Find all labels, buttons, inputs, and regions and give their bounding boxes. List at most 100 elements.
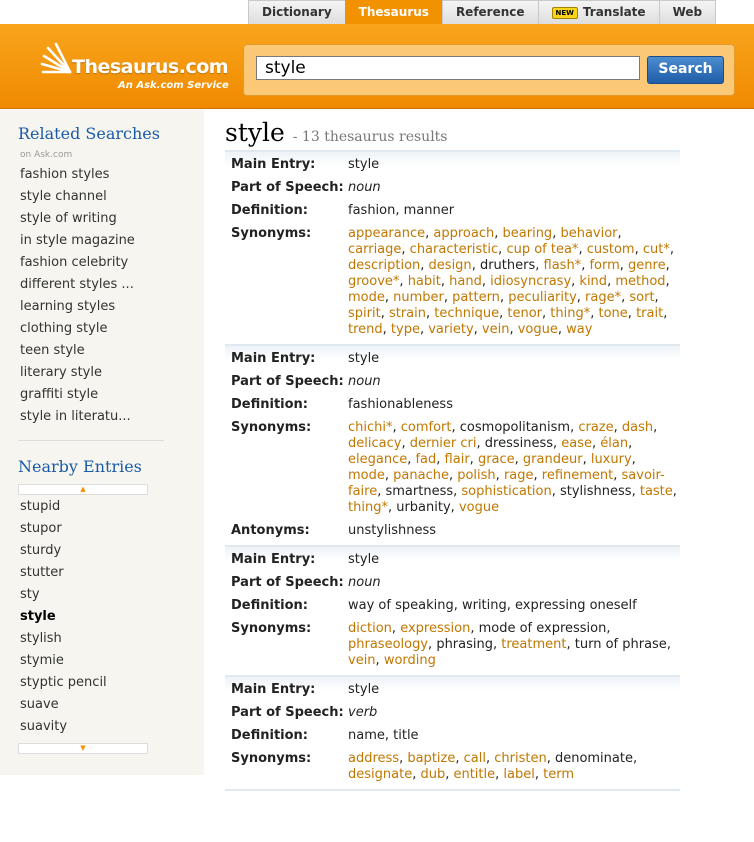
synonym-link[interactable]: hand bbox=[449, 274, 482, 289]
synonym-link[interactable]: peculiarity bbox=[508, 290, 577, 305]
synonym-link[interactable]: groove* bbox=[348, 274, 399, 289]
synonym-link[interactable]: pattern bbox=[452, 290, 500, 305]
synonym-link[interactable]: rage* bbox=[585, 290, 621, 305]
synonym-link[interactable]: thing* bbox=[550, 306, 590, 321]
synonym-link[interactable]: craze bbox=[578, 420, 613, 435]
synonym-link[interactable]: entitle bbox=[453, 767, 495, 782]
synonym-link[interactable]: diction bbox=[348, 621, 392, 636]
nearby-entry-link[interactable]: sty bbox=[20, 584, 107, 606]
synonym-link[interactable]: mode bbox=[348, 468, 385, 483]
synonym-link[interactable]: elegance bbox=[348, 452, 407, 467]
synonym-link[interactable]: taste bbox=[640, 484, 673, 499]
nearby-entry-link[interactable]: sturdy bbox=[20, 540, 107, 562]
nearby-entry-link[interactable]: stymie bbox=[20, 650, 107, 672]
synonym-link[interactable]: panache bbox=[393, 468, 449, 483]
synonym-link[interactable]: dub bbox=[420, 767, 445, 782]
synonym-link[interactable]: number bbox=[393, 290, 444, 305]
nearby-entry-link[interactable]: suavity bbox=[20, 716, 107, 738]
synonym-link[interactable]: method bbox=[615, 274, 665, 289]
scroll-up-arrow-icon[interactable]: ▲ bbox=[18, 484, 148, 495]
synonym-link[interactable]: flair bbox=[445, 452, 470, 467]
nearby-entry-link[interactable]: stylish bbox=[20, 628, 107, 650]
synonym-link[interactable]: ease bbox=[561, 436, 592, 451]
synonym-link[interactable]: technique bbox=[434, 306, 499, 321]
synonym-link[interactable]: form bbox=[589, 258, 619, 273]
synonym-link[interactable]: dernier cri bbox=[410, 436, 477, 451]
synonym-link[interactable]: sophistication bbox=[461, 484, 551, 499]
synonym-link[interactable]: sort bbox=[629, 290, 654, 305]
synonym-link[interactable]: call bbox=[464, 751, 486, 766]
nearby-entry-link[interactable]: styptic pencil bbox=[20, 672, 107, 694]
synonym-link[interactable]: approach bbox=[433, 226, 494, 241]
synonym-link[interactable]: strain bbox=[389, 306, 426, 321]
synonym-link[interactable]: grandeur bbox=[523, 452, 583, 467]
synonym-link[interactable]: address bbox=[348, 751, 399, 766]
nearby-entry-link[interactable]: stutter bbox=[20, 562, 107, 584]
synonym-link[interactable]: idiosyncrasy bbox=[490, 274, 571, 289]
tab-translate[interactable]: NEW Translate bbox=[537, 0, 660, 24]
synonym-link[interactable]: description bbox=[348, 258, 420, 273]
synonym-link[interactable]: tone bbox=[599, 306, 628, 321]
related-search-link[interactable]: style of writing bbox=[20, 208, 135, 230]
related-search-link[interactable]: style in literatu... bbox=[20, 406, 135, 428]
synonym-link[interactable]: refinement bbox=[542, 468, 613, 483]
nearby-entry-link[interactable]: suave bbox=[20, 694, 107, 716]
related-search-link[interactable]: clothing style bbox=[20, 318, 135, 340]
related-search-link[interactable]: learning styles bbox=[20, 296, 135, 318]
related-search-link[interactable]: fashion styles bbox=[20, 164, 135, 186]
synonym-link[interactable]: type bbox=[391, 322, 420, 337]
related-search-link[interactable]: in style magazine bbox=[20, 230, 135, 252]
synonym-link[interactable]: comfort bbox=[401, 420, 452, 435]
synonym-link[interactable]: vogue bbox=[518, 322, 558, 337]
synonym-link[interactable]: polish bbox=[457, 468, 495, 483]
synonym-link[interactable]: way bbox=[566, 322, 592, 337]
synonym-link[interactable]: carriage bbox=[348, 242, 401, 257]
synonym-link[interactable]: kind bbox=[579, 274, 607, 289]
scroll-down-arrow-icon[interactable]: ▼ bbox=[18, 743, 148, 754]
related-search-link[interactable]: literary style bbox=[20, 362, 135, 384]
tab-reference[interactable]: Reference bbox=[441, 0, 539, 24]
tab-thesaurus[interactable]: Thesaurus bbox=[344, 0, 443, 24]
synonym-link[interactable]: mode bbox=[348, 290, 385, 305]
synonym-link[interactable]: treatment bbox=[501, 637, 566, 652]
synonym-link[interactable]: luxury bbox=[591, 452, 632, 467]
search-input[interactable] bbox=[256, 56, 640, 80]
synonym-link[interactable]: baptize bbox=[407, 751, 455, 766]
synonym-link[interactable]: delicacy bbox=[348, 436, 401, 451]
synonym-link[interactable]: design bbox=[429, 258, 472, 273]
related-search-link[interactable]: fashion celebrity bbox=[20, 252, 135, 274]
synonym-link[interactable]: characteristic bbox=[410, 242, 499, 257]
synonym-link[interactable]: grace bbox=[478, 452, 515, 467]
nearby-entry-current[interactable]: style bbox=[20, 606, 107, 628]
synonym-link[interactable]: fad bbox=[415, 452, 436, 467]
synonym-link[interactable]: cup of tea* bbox=[506, 242, 578, 257]
search-button[interactable]: Search bbox=[647, 56, 724, 84]
synonym-link[interactable]: designate bbox=[348, 767, 412, 782]
related-search-link[interactable]: different styles ... bbox=[20, 274, 135, 296]
synonym-link[interactable]: variety bbox=[428, 322, 473, 337]
synonym-link[interactable]: trait bbox=[636, 306, 663, 321]
synonym-link[interactable]: expression bbox=[400, 621, 470, 636]
synonym-link[interactable]: term bbox=[543, 767, 574, 782]
synonym-link[interactable]: trend bbox=[348, 322, 383, 337]
nearby-entry-link[interactable]: stupor bbox=[20, 518, 107, 540]
synonym-link[interactable]: vein bbox=[348, 653, 376, 668]
tab-dictionary[interactable]: Dictionary bbox=[248, 0, 346, 24]
synonym-link[interactable]: custom bbox=[587, 242, 635, 257]
synonym-link[interactable]: cut* bbox=[643, 242, 670, 257]
synonym-link[interactable]: rage bbox=[504, 468, 534, 483]
synonym-link[interactable]: christen bbox=[494, 751, 546, 766]
synonym-link[interactable]: spirit bbox=[348, 306, 381, 321]
synonym-link[interactable]: behavior bbox=[560, 226, 617, 241]
nearby-entry-link[interactable]: stupid bbox=[20, 496, 107, 518]
related-search-link[interactable]: teen style bbox=[20, 340, 135, 362]
tab-web[interactable]: Web bbox=[658, 0, 717, 24]
synonym-link[interactable]: genre bbox=[628, 258, 666, 273]
related-search-link[interactable]: graffiti style bbox=[20, 384, 135, 406]
synonym-link[interactable]: vogue bbox=[459, 500, 499, 515]
synonym-link[interactable]: appearance bbox=[348, 226, 425, 241]
synonym-link[interactable]: dash bbox=[622, 420, 653, 435]
related-search-link[interactable]: style channel bbox=[20, 186, 135, 208]
synonym-link[interactable]: wording bbox=[384, 653, 436, 668]
synonym-link[interactable]: bearing bbox=[503, 226, 553, 241]
